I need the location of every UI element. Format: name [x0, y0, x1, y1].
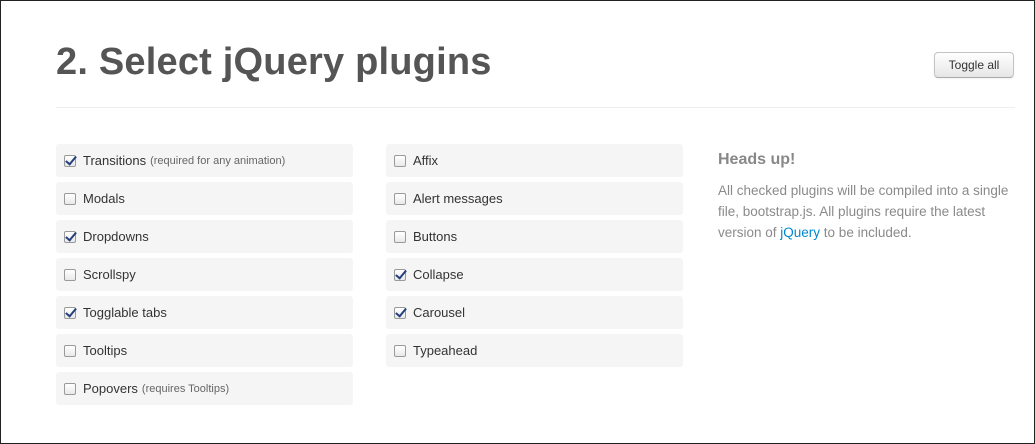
heads-up-heading: Heads up! [718, 151, 796, 168]
checkbox[interactable] [394, 154, 406, 167]
plugin-option-transitions[interactable]: Transitions (required for any animation) [56, 144, 353, 177]
plugin-note: (requires Tooltips) [141, 382, 230, 395]
toggle-all-button[interactable]: Toggle all [934, 52, 1014, 78]
plugin-option-typeahead[interactable]: Typeahead [386, 334, 683, 367]
plugin-option-carousel[interactable]: Carousel [386, 296, 683, 329]
checkbox[interactable] [394, 306, 406, 319]
page-title: 2. Select jQuery plugins [56, 41, 492, 83]
plugin-option-modals[interactable]: Modals [56, 182, 353, 215]
plugin-option-scrollspy[interactable]: Scrollspy [56, 258, 353, 291]
plugin-label: Transitions [83, 153, 147, 168]
plugin-label: Scrollspy [83, 267, 136, 282]
plugin-option-affix[interactable]: Affix [386, 144, 683, 177]
section-divider [56, 107, 1015, 108]
plugin-option-alert-messages[interactable]: Alert messages [386, 182, 683, 215]
page-frame: 2. Select jQuery plugins Toggle all Tran… [0, 0, 1035, 444]
plugins-column-left: Transitions (required for any animation)… [56, 144, 353, 410]
plugin-label: Carousel [413, 305, 466, 320]
checkbox[interactable] [64, 306, 76, 319]
plugin-label: Togglable tabs [83, 305, 167, 320]
checkbox[interactable] [394, 344, 406, 357]
checkbox[interactable] [64, 268, 76, 281]
checkbox[interactable] [394, 268, 406, 281]
plugin-label: Modals [83, 191, 125, 206]
plugin-option-collapse[interactable]: Collapse [386, 258, 683, 291]
plugin-label: Buttons [413, 229, 458, 244]
checkbox[interactable] [64, 382, 76, 395]
heads-up-text: All checked plugins will be compiled int… [718, 180, 1018, 243]
plugin-option-tooltips[interactable]: Tooltips [56, 334, 353, 367]
plugin-note: (required for any animation) [150, 154, 286, 167]
plugin-option-popovers[interactable]: Popovers (requires Tooltips) [56, 372, 353, 405]
plugin-label: Collapse [413, 267, 464, 282]
heads-up-panel: Heads up! All checked plugins will be co… [718, 151, 1018, 243]
plugin-label: Dropdowns [83, 229, 149, 244]
plugin-option-buttons[interactable]: Buttons [386, 220, 683, 253]
checkbox[interactable] [64, 230, 76, 243]
plugin-option-togglable-tabs[interactable]: Togglable tabs [56, 296, 353, 329]
checkbox[interactable] [394, 230, 406, 243]
plugins-column-middle: Affix Alert messages Buttons Collapse Ca… [386, 144, 683, 372]
plugin-option-dropdowns[interactable]: Dropdowns [56, 220, 353, 253]
checkbox[interactable] [64, 344, 76, 357]
plugin-label: Affix [413, 153, 439, 168]
checkbox[interactable] [64, 154, 76, 167]
plugin-label: Alert messages [413, 191, 503, 206]
heads-up-text-end: to be included. [820, 225, 912, 240]
jquery-link[interactable]: jQuery [780, 225, 820, 240]
checkbox[interactable] [64, 192, 76, 205]
plugin-label: Typeahead [413, 343, 478, 358]
plugin-label: Tooltips [83, 343, 128, 358]
plugin-label: Popovers [83, 381, 138, 396]
checkbox[interactable] [394, 192, 406, 205]
